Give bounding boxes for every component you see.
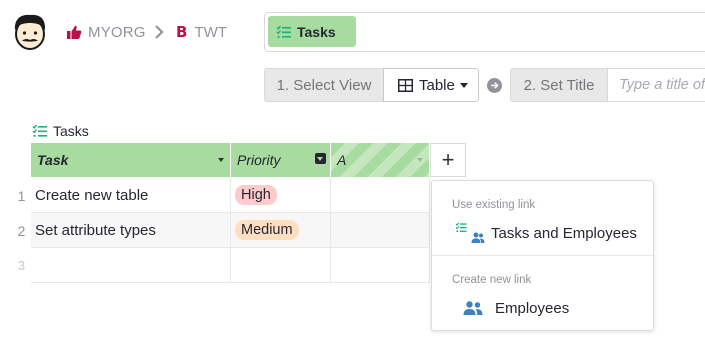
people-icon <box>463 301 483 315</box>
cell-a[interactable] <box>331 213 430 248</box>
cell-task-text: Set attribute types <box>35 221 156 239</box>
cell-priority[interactable]: Medium <box>231 213 331 248</box>
column-menu-icon[interactable] <box>315 153 326 164</box>
title-input[interactable]: Type a title of <box>607 68 705 102</box>
cell-priority[interactable] <box>231 248 331 283</box>
menu-item-employees[interactable]: Employees <box>463 296 569 320</box>
select-view-step: 1. Select View <box>264 68 384 102</box>
arrow-right-circle-icon <box>487 78 502 93</box>
view-type-label: Table <box>419 76 455 94</box>
caret-down-icon[interactable] <box>417 158 423 162</box>
cell-task[interactable]: Create new table <box>31 178 231 213</box>
menu-header-existing: Use existing link <box>452 199 536 211</box>
view-type-dropdown[interactable]: Table <box>383 68 479 102</box>
list-icon <box>276 25 291 38</box>
column-header-label: A <box>337 152 347 168</box>
table-icon <box>398 78 413 92</box>
column-header-label: Task <box>37 152 69 168</box>
cell-task[interactable]: Set attribute types <box>31 213 231 248</box>
set-title-step: 2. Set Title <box>510 68 608 102</box>
section-title[interactable]: Tasks <box>32 122 89 140</box>
cell-task-text: Create new table <box>35 186 149 204</box>
priority-chip: High <box>235 185 277 205</box>
list-icon <box>32 124 47 137</box>
column-header-label: Priority <box>237 152 281 168</box>
cell-a[interactable] <box>331 248 430 283</box>
cell-a[interactable] <box>331 178 430 213</box>
menu-header-new: Create new link <box>452 274 532 286</box>
tasks-people-icon <box>455 222 485 243</box>
set-title-label: 2. Set Title <box>523 76 595 94</box>
mustache-avatar-icon <box>14 14 46 50</box>
select-view-label: 1. Select View <box>276 76 372 94</box>
caret-down-icon <box>459 82 468 88</box>
menu-item-label: Tasks and Employees <box>491 224 637 242</box>
row-number-new: 3 <box>17 258 26 273</box>
doc-name: TWT <box>194 23 227 41</box>
breadcrumb-org[interactable]: MYORG <box>66 22 146 42</box>
menu-item-tasks-and-employees[interactable]: Tasks and Employees <box>455 221 637 245</box>
priority-chip: Medium <box>235 220 299 240</box>
plus-icon: + <box>441 147 455 172</box>
column-header-new[interactable]: A <box>331 143 430 177</box>
cell-priority[interactable]: High <box>231 178 331 213</box>
thumbs-up-icon <box>67 25 82 39</box>
page-name: Tasks <box>297 23 336 40</box>
page-pill[interactable]: Tasks <box>268 16 356 47</box>
caret-down-icon[interactable] <box>218 158 224 162</box>
letter-b-icon: B <box>176 23 188 41</box>
chevron-right-icon <box>153 24 165 40</box>
cell-task[interactable] <box>31 248 231 283</box>
row-number: 1 <box>17 187 26 204</box>
section-title-text: Tasks <box>53 123 89 139</box>
column-header-priority[interactable]: Priority <box>231 143 331 177</box>
add-column-button[interactable]: + <box>430 143 466 177</box>
menu-divider <box>432 255 653 256</box>
org-name: MYORG <box>88 23 146 41</box>
breadcrumb-doc[interactable]: B TWT <box>176 22 227 42</box>
menu-item-label: Employees <box>495 299 570 317</box>
user-avatar[interactable] <box>12 13 48 51</box>
title-placeholder: Type a title of <box>619 77 705 93</box>
row-number: 2 <box>17 222 26 239</box>
column-header-task[interactable]: Task <box>31 143 231 177</box>
